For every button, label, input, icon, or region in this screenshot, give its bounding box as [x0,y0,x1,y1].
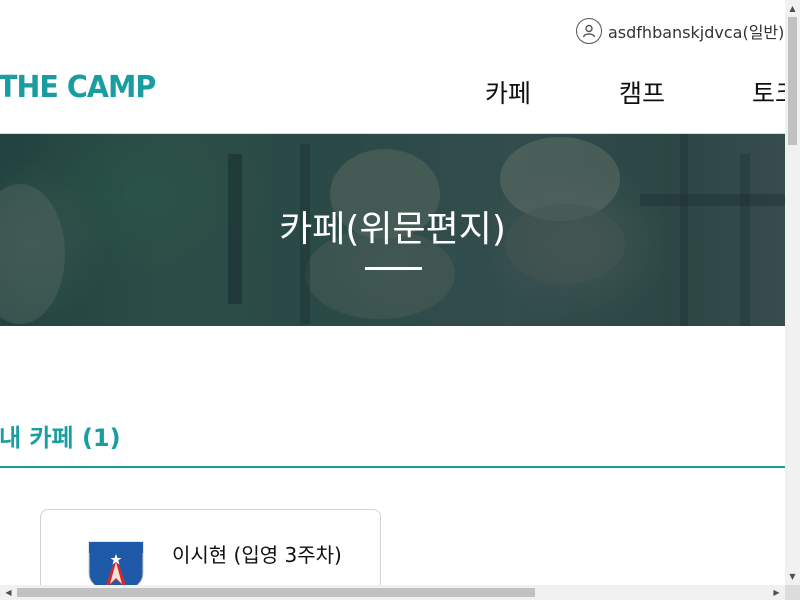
nav-item-camp[interactable]: 캠프 [619,74,665,110]
horizontal-scrollbar[interactable]: ◀ ▶ [0,585,785,600]
scrollbar-corner [785,585,800,600]
scroll-left-icon[interactable]: ◀ [0,585,17,600]
nav-item-cafe[interactable]: 카페 [485,74,531,110]
hero-banner: 카페(위문편지) [0,134,785,326]
main-nav: 카페 캠프 토크 [0,74,785,114]
user-circle-icon [576,18,602,44]
army-training-center-emblem-icon [87,540,145,585]
page-viewport: asdfhbanskjdvca(일반) THE CAMP 카페 캠프 토크 카페… [0,0,785,585]
horizontal-scroll-thumb[interactable] [17,588,535,597]
hero-title: 카페(위문편지) [279,209,506,250]
user-menu[interactable]: asdfhbanskjdvca(일반) [576,18,784,44]
vertical-scrollbar[interactable]: ▲ ▼ [785,0,800,585]
section-divider [0,466,785,468]
vertical-scroll-thumb[interactable] [788,17,797,145]
user-name[interactable]: asdfhbanskjdvca(일반) [608,19,784,43]
cafe-card-name[interactable]: 이시현 (입영 3주차) [172,539,342,568]
my-cafe-title: 내 카페 (1) [0,424,121,452]
cafe-card[interactable]: 이시현 (입영 3주차) [40,509,381,585]
scroll-down-icon[interactable]: ▼ [785,568,800,585]
scroll-up-icon[interactable]: ▲ [785,0,800,17]
scroll-right-icon[interactable]: ▶ [768,585,785,600]
nav-item-talk[interactable]: 토크 [752,74,785,110]
hero-title-underline [365,267,422,270]
